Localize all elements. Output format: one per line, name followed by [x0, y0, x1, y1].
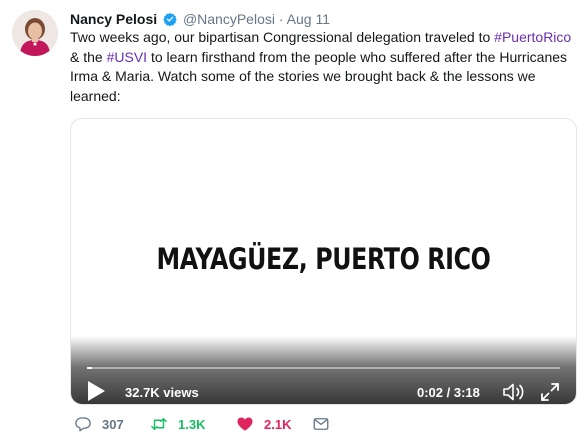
hashtag-link[interactable]: #USVI	[107, 49, 147, 65]
reply-icon	[75, 417, 91, 432]
retweet-count: 1.3K	[178, 416, 206, 432]
video-progress-bar[interactable]	[87, 367, 560, 369]
tweet-actions: 307 1.3K 2.1K	[70, 414, 370, 434]
like-button[interactable]: 2.1K	[236, 414, 291, 434]
play-icon[interactable]	[88, 381, 105, 401]
retweet-button[interactable]: 1.3K	[150, 414, 205, 434]
like-count: 2.1K	[264, 416, 292, 432]
direct-message-button[interactable]	[312, 414, 340, 434]
view-count: 32.7K views	[125, 385, 199, 400]
tweet-text-segment: & the	[70, 48, 107, 65]
author-name[interactable]: Nancy Pelosi	[70, 11, 157, 27]
video-player[interactable]: MAYAGÜEZ, PUERTO RICO 32.7K views 0:02 /…	[70, 118, 577, 405]
tweet: Nancy Pelosi @NancyPelosi · Aug 11 Two w…	[0, 0, 584, 439]
retweet-icon	[151, 418, 167, 430]
video-title-card: MAYAGÜEZ, PUERTO RICO	[156, 242, 491, 276]
author-handle[interactable]: @NancyPelosi	[183, 11, 275, 27]
reply-button[interactable]: 307	[74, 414, 124, 434]
volume-icon[interactable]	[501, 380, 527, 404]
video-controls: 32.7K views 0:02 / 3:18	[71, 336, 576, 404]
reply-count: 307	[102, 416, 124, 432]
tweet-header: Nancy Pelosi @NancyPelosi · Aug 11	[70, 10, 330, 28]
tweet-date[interactable]: Aug 11	[287, 11, 330, 27]
envelope-icon	[313, 418, 329, 430]
heart-icon	[237, 417, 253, 431]
avatar[interactable]	[12, 10, 58, 56]
expand-icon[interactable]	[539, 381, 561, 403]
video-progress-fill	[87, 367, 92, 369]
tweet-text-segment: Two weeks ago, our bipartisan Congressio…	[70, 29, 495, 45]
hashtag-link[interactable]: #PuertoRico	[494, 29, 571, 45]
video-time: 0:02 / 3:18	[417, 385, 480, 400]
tweet-text: Two weeks ago, our bipartisan Congressio…	[70, 28, 578, 106]
verified-badge-icon	[163, 12, 177, 26]
header-separator: ·	[278, 11, 284, 27]
